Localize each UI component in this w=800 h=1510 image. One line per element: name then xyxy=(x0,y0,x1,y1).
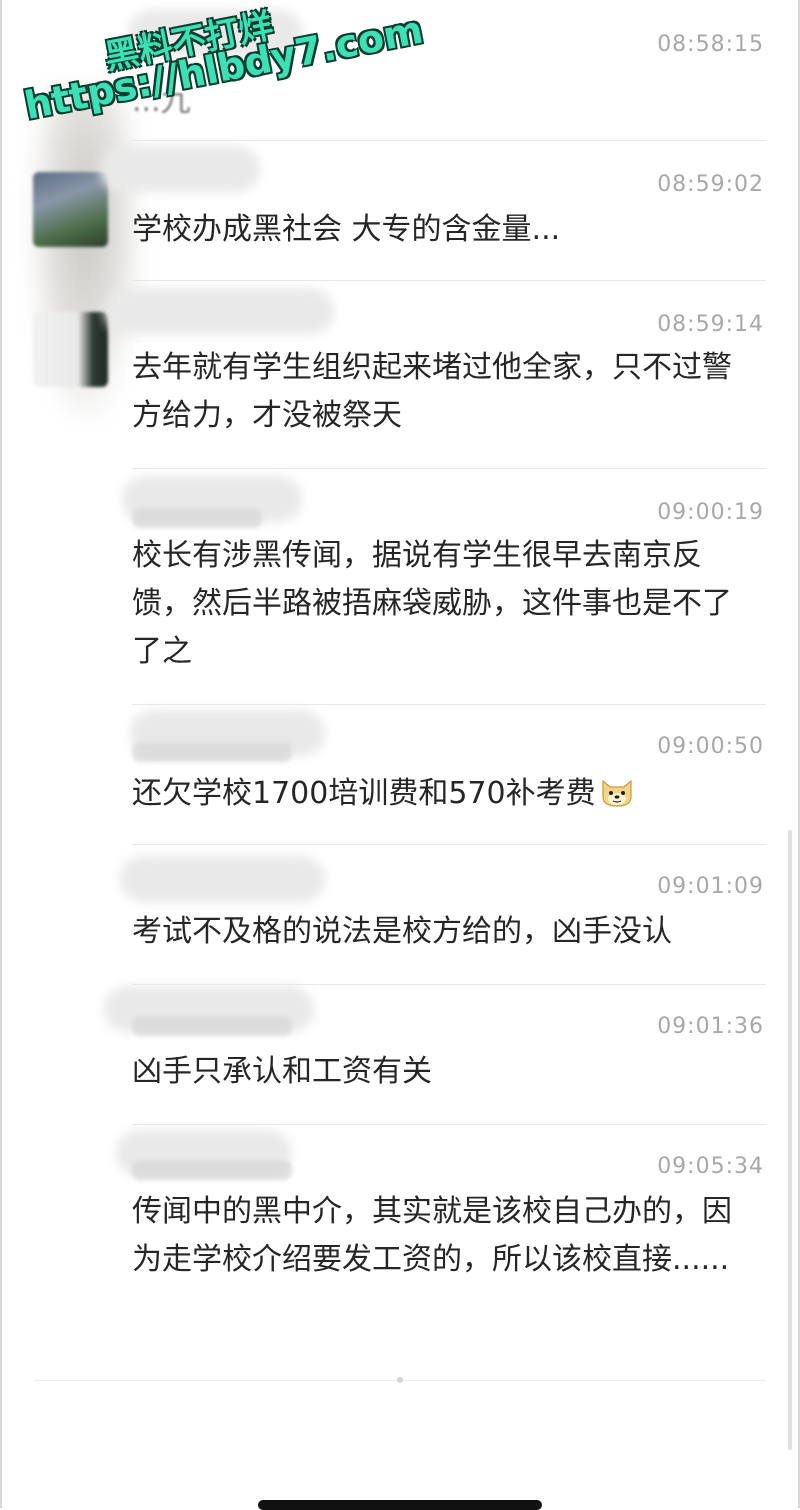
message-time: 09:01:09 xyxy=(657,874,764,899)
sender-name-faint xyxy=(132,1160,292,1180)
avatar[interactable] xyxy=(33,312,108,387)
sender-name-faint xyxy=(132,1016,292,1036)
home-indicator[interactable] xyxy=(258,1500,542,1510)
message-text: 学校办成黑社会 大专的含金量... xyxy=(132,212,561,247)
screen-edge-left xyxy=(0,0,2,1508)
message-text: 凶手只承认和工资有关 xyxy=(132,1054,432,1089)
message-text-content: 还欠学校1700培训费和570补考费 xyxy=(132,776,596,811)
sender-name-blurred xyxy=(104,288,334,334)
avatar[interactable] xyxy=(33,172,108,247)
divider xyxy=(132,1124,766,1125)
chat-screen: 08:58:15 ...九 08:59:02 学校办成黑社会 大专的含金量...… xyxy=(0,0,800,1510)
divider xyxy=(132,468,766,469)
message-time: 09:01:36 xyxy=(657,1014,764,1039)
message-text: 去年就有学生组织起来堵过他全家，只不过警方给力，才没被祭天 xyxy=(132,350,732,433)
message-time: 08:59:02 xyxy=(657,172,764,197)
message-text: 传闻中的黑中介，其实就是该校自己办的，因为走学校介绍要发工资的，所以该校直接..… xyxy=(132,1194,732,1277)
sender-name-faint xyxy=(132,742,292,762)
message-text: 还欠学校1700培训费和570补考费 xyxy=(132,770,752,818)
scrollbar[interactable] xyxy=(788,830,792,1450)
sender-name-blurred xyxy=(120,856,325,902)
doge-face-icon xyxy=(600,774,634,807)
divider xyxy=(132,280,766,281)
message-text: 考试不及格的说法是校方给的，凶手没认 xyxy=(132,914,672,949)
message-time: 09:00:19 xyxy=(657,500,764,525)
message-text: 校长有涉黑传闻，据说有学生很早去南京反馈，然后半路被捂麻袋威胁，这件事也是不了了… xyxy=(132,538,732,669)
divider xyxy=(132,704,766,705)
message-time: 08:58:15 xyxy=(657,32,764,57)
sender-name-faint xyxy=(132,508,262,528)
divider xyxy=(132,984,766,985)
divider xyxy=(132,140,766,141)
message-time: 09:05:34 xyxy=(657,1154,764,1179)
message-time: 08:59:14 xyxy=(657,312,764,337)
list-end-dot xyxy=(397,1377,403,1383)
message-time: 09:00:50 xyxy=(657,734,764,759)
divider xyxy=(132,844,766,845)
sender-name-blurred xyxy=(100,146,260,192)
